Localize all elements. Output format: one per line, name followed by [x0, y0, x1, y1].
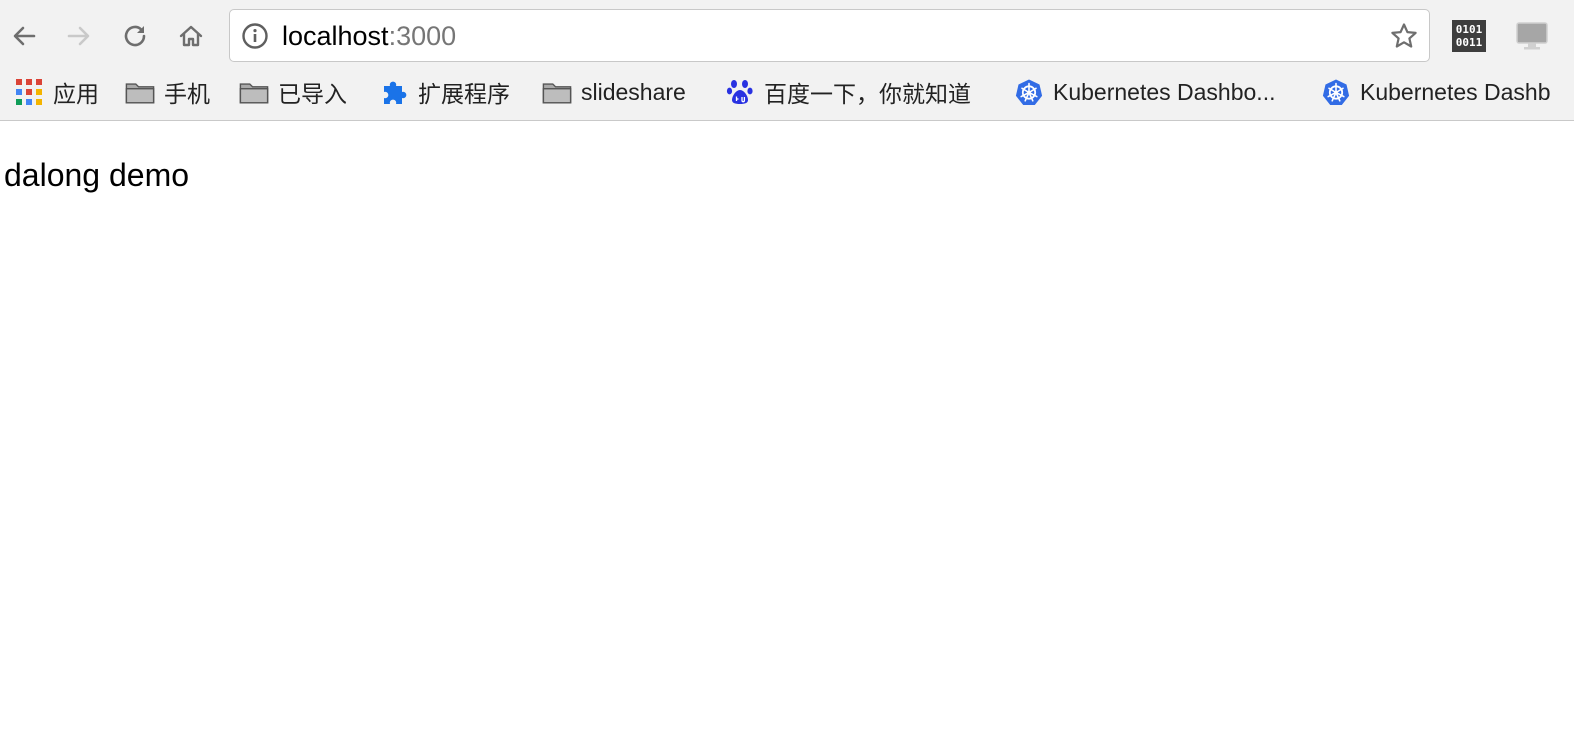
kubernetes-icon: [1321, 78, 1351, 106]
bookmark-extensions[interactable]: 扩展程序: [379, 72, 510, 112]
back-arrow-icon: [13, 26, 36, 46]
bookmark-baidu[interactable]: 百度一下，你就知道: [725, 72, 971, 112]
bookmark-kubernetes-2[interactable]: Kubernetes Dashb: [1321, 72, 1551, 112]
bookmark-label: slideshare: [581, 78, 686, 105]
bookmark-star-icon[interactable]: [1389, 21, 1419, 51]
demo-text: dalong demo: [4, 157, 190, 193]
bookmark-label: 应用: [53, 81, 99, 107]
url-port: :3000: [388, 21, 457, 51]
bookmark-label: 百度一下，你就知道: [764, 81, 971, 107]
bookmark-folder-imported[interactable]: 已导入: [239, 72, 347, 112]
forward-button[interactable]: [57, 14, 101, 58]
url-text[interactable]: localhost:3000: [282, 21, 456, 51]
reload-icon: [124, 25, 146, 47]
browser-chrome: localhost:3000 0101 0011 应用 手机 已导入 扩展程序 …: [0, 0, 1574, 121]
browser-toolbar: localhost:3000 0101 0011: [0, 0, 1574, 72]
bookmark-kubernetes-1[interactable]: Kubernetes Dashbo...: [1014, 72, 1275, 112]
baidu-paw-icon: [725, 78, 755, 106]
puzzle-piece-icon: [379, 78, 409, 106]
back-button[interactable]: [2, 14, 46, 58]
folder-icon: [239, 78, 269, 106]
bookmark-label: 扩展程序: [418, 81, 510, 107]
bookmark-label: 手机: [164, 81, 210, 107]
folder-icon: [542, 78, 572, 106]
kubernetes-icon: [1014, 78, 1044, 106]
screen-extension-icon[interactable]: [1514, 20, 1550, 52]
home-button[interactable]: [169, 14, 213, 58]
url-host: localhost: [282, 21, 389, 51]
binary-extension-button[interactable]: 0101 0011: [1452, 20, 1486, 52]
reload-button[interactable]: [113, 14, 157, 58]
address-bar[interactable]: localhost:3000: [229, 9, 1430, 62]
bookmarks-bar: 应用 手机 已导入 扩展程序 slideshare 百度一下，你就知道 Kube…: [0, 72, 1574, 112]
bookmark-label: 已导入: [278, 81, 347, 107]
folder-icon: [125, 78, 155, 106]
bookmark-folder-slideshare[interactable]: slideshare: [542, 72, 686, 112]
binary-extension-line1: 0101: [1455, 23, 1483, 36]
bookmark-label: Kubernetes Dashbo...: [1053, 78, 1276, 105]
home-icon: [179, 25, 203, 47]
bookmark-folder-phone[interactable]: 手机: [125, 72, 210, 112]
bookmark-label: Kubernetes Dashb: [1360, 78, 1551, 105]
page-content: dalong demo: [0, 121, 1574, 750]
forward-arrow-icon: [67, 26, 90, 46]
site-info-icon[interactable]: [241, 22, 269, 50]
apps-grid-icon: [14, 78, 44, 106]
bookmark-apps[interactable]: 应用: [14, 72, 99, 112]
binary-extension-line2: 0011: [1455, 36, 1483, 49]
